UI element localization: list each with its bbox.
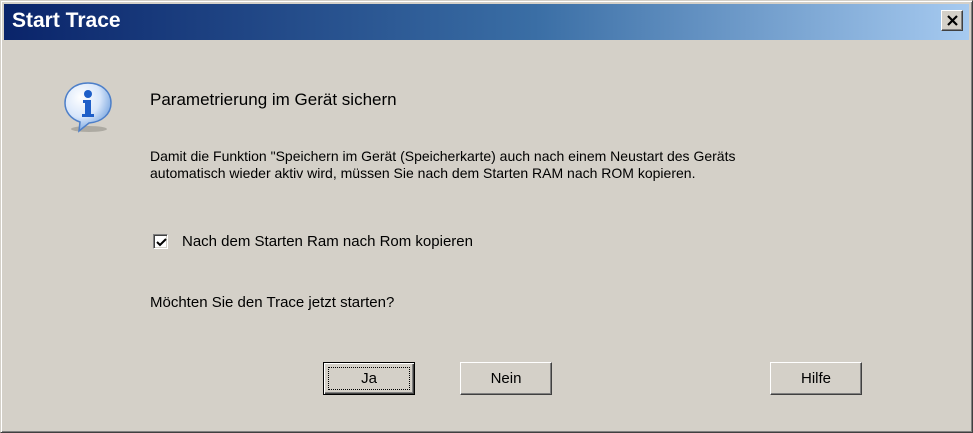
message-line-2: automatisch wieder aktiv wird, müssen Si… [150, 165, 696, 181]
no-button-label: Nein [490, 369, 522, 387]
start-question: Möchten Sie den Trace jetzt starten? [150, 294, 395, 311]
window-title: Start Trace [12, 9, 121, 32]
help-button[interactable]: Hilfe [770, 362, 862, 395]
close-x-icon [947, 15, 958, 26]
title-bar[interactable]: Start Trace [4, 4, 969, 40]
close-button[interactable] [941, 10, 963, 31]
yes-button[interactable]: Ja [323, 362, 415, 395]
dialog-heading: Parametrierung im Gerät sichern [150, 90, 397, 109]
message-line-1: Damit die Funktion "Speichern im Gerät (… [150, 148, 736, 164]
start-trace-dialog: Start Trace Parametrierung im Gerät sich… [0, 0, 973, 433]
checkbox-label[interactable]: Nach dem Starten Ram nach Rom kopieren [182, 233, 473, 250]
no-button[interactable]: Nein [460, 362, 552, 395]
help-button-label: Hilfe [800, 369, 831, 387]
dialog-message: Damit die Funktion "Speichern im Gerät (… [150, 148, 735, 182]
checkmark-icon [156, 238, 167, 247]
yes-button-label: Ja [361, 369, 377, 387]
copy-ram-to-rom-checkbox[interactable] [153, 234, 168, 249]
info-icon [64, 82, 112, 133]
